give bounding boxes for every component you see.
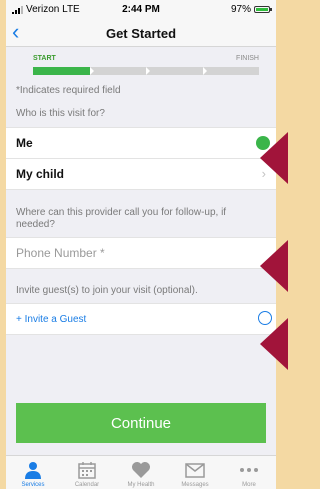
progress-step [146,67,206,75]
pointer-arrow-phone [260,240,288,292]
progress-indicator: START FINISH [6,47,276,85]
tab-services[interactable]: Services [6,456,60,489]
invite-guest-button[interactable]: + Invite a Guest [6,303,276,335]
page-title: Get Started [105,26,177,41]
tab-bar: Services Calendar My Health Messages Mor… [6,455,276,489]
person-icon [24,460,42,480]
phone-question: Where can this provider call you for fol… [16,207,227,230]
tab-more-label: More [242,482,256,488]
pointer-arrow-invite [260,318,288,370]
progress-step [203,67,260,75]
option-me-label: Me [16,136,33,150]
phone-number-input[interactable]: Phone Number * [6,237,276,269]
tab-services-label: Services [21,482,45,488]
pointer-arrow-me [260,132,288,184]
battery-icon [254,6,272,13]
progress-step [33,67,93,75]
continue-button[interactable]: Continue [16,403,266,443]
envelope-icon [185,460,205,480]
option-my-child-label: My child [16,167,65,181]
battery-percent: 97% [230,4,251,15]
more-icon [239,460,259,480]
progress-finish-label: FINISH [236,55,259,62]
guest-question: Invite guest(s) to join your visit (opti… [16,285,198,296]
nav-bar: ‹ Get Started [6,20,276,47]
invite-guest-label: + Invite a Guest [16,313,87,325]
option-my-child[interactable]: My child › [6,159,276,190]
tab-messages[interactable]: Messages [168,456,222,489]
calendar-icon [78,460,96,480]
tab-my-health-label: My Health [127,482,155,488]
phone-screen: Verizon LTE 2:44 PM 97% ‹ Get Started ST… [6,0,276,489]
option-me[interactable]: Me [6,127,276,159]
progress-step [90,67,150,75]
required-field-note: *Indicates required field [16,85,121,96]
tab-messages-label: Messages [181,482,209,488]
tab-my-health[interactable]: My Health [114,456,168,489]
status-bar: Verizon LTE 2:44 PM 97% [6,0,276,20]
visit-for-question: Who is this visit for? [16,108,105,119]
status-right: 97% [230,4,272,15]
tab-calendar-label: Calendar [74,482,100,488]
progress-start-label: START [33,55,56,62]
tab-calendar[interactable]: Calendar [60,456,114,489]
heart-icon [131,460,151,480]
progress-bar [33,67,259,75]
tab-more[interactable]: More [222,456,276,489]
